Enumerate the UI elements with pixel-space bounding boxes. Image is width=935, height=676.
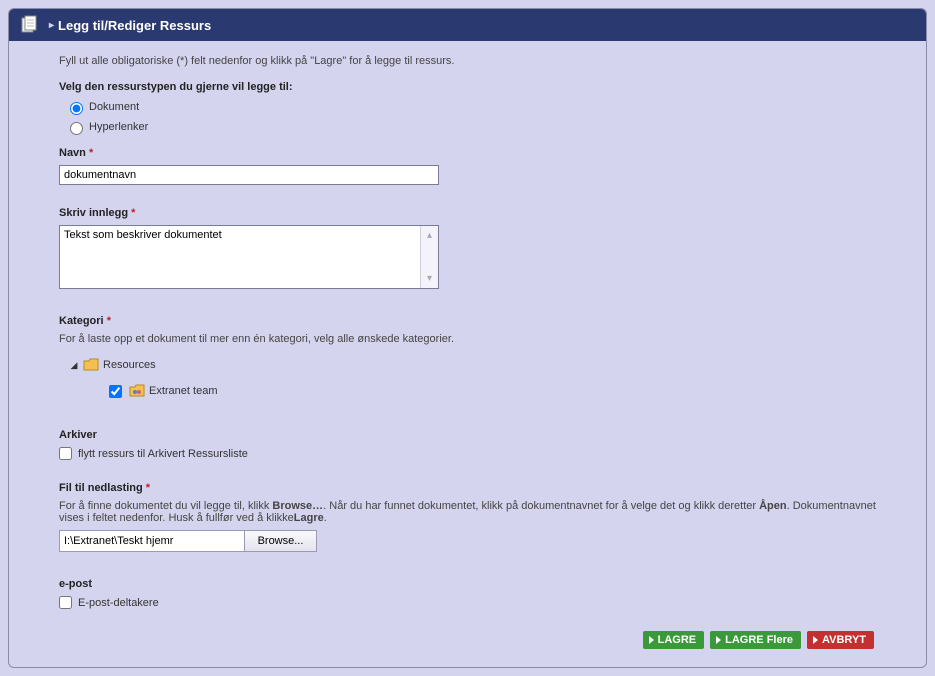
required-marker: * — [146, 482, 150, 494]
file-picker: Browse... — [59, 530, 317, 552]
button-bar: LAGRE LAGRE Flere AVBRYT — [59, 631, 876, 649]
folder-icon — [83, 358, 99, 372]
resource-type-label: Velg den ressurstypen du gjerne vil legg… — [59, 81, 876, 93]
download-helper: For å finne dokumentet du vil legge til,… — [59, 500, 876, 524]
download-label-text: Fil til nedlasting — [59, 482, 143, 494]
dl-h-browse: Browse… — [272, 500, 323, 512]
email-checkbox-row[interactable]: E-post-deltakere — [59, 596, 876, 609]
save-button-label: LAGRE — [658, 634, 697, 646]
dl-h-open: Åpen — [759, 500, 787, 512]
required-marker: * — [89, 147, 93, 159]
email-checkbox[interactable] — [59, 596, 72, 609]
archive-label: Arkiver — [59, 429, 876, 441]
save-more-button-label: LAGRE Flere — [725, 634, 793, 646]
archive-checkbox-row[interactable]: flytt ressurs til Arkivert Ressursliste — [59, 447, 876, 460]
name-label: Navn * — [59, 147, 876, 159]
scroll-up-icon[interactable]: ▴ — [427, 230, 432, 241]
archive-checkbox-label: flytt ressurs til Arkivert Ressursliste — [78, 448, 248, 460]
tree-collapse-icon[interactable]: ◢ — [69, 360, 79, 371]
radio-document-label: Dokument — [89, 101, 139, 113]
category-helper: For å laste opp et dokument til mer enn … — [59, 333, 876, 345]
post-label: Skriv innlegg * — [59, 207, 876, 219]
email-label: e-post — [59, 578, 876, 590]
name-label-text: Navn — [59, 147, 86, 159]
category-tree: ◢ Resources — [69, 355, 876, 401]
category-label-text: Kategori — [59, 315, 104, 327]
team-folder-icon — [129, 384, 145, 398]
intro-text: Fyll ut alle obligatoriske (*) felt nede… — [59, 55, 876, 67]
tree-child-row[interactable]: Extranet team — [105, 381, 876, 401]
required-marker: * — [107, 315, 111, 327]
play-icon — [649, 636, 654, 644]
radio-document[interactable] — [70, 102, 83, 115]
panel-header: ▸ Legg til/Rediger Ressurs — [9, 9, 926, 41]
document-stack-icon — [19, 15, 39, 35]
radio-hyperlinks-label: Hyperlenker — [89, 121, 148, 133]
cancel-button[interactable]: AVBRYT — [807, 631, 874, 649]
tree-root-row[interactable]: ◢ Resources — [69, 355, 876, 375]
save-more-button[interactable]: LAGRE Flere — [710, 631, 801, 649]
play-icon — [716, 636, 721, 644]
email-checkbox-label: E-post-deltakere — [78, 597, 159, 609]
browse-button[interactable]: Browse... — [244, 531, 316, 551]
radio-hyperlinks-row[interactable]: Hyperlenker — [65, 119, 876, 135]
radio-hyperlinks[interactable] — [70, 122, 83, 135]
panel-body: Fyll ut alle obligatoriske (*) felt nede… — [9, 41, 926, 667]
required-marker: * — [131, 207, 135, 219]
scroll-down-icon[interactable]: ▾ — [427, 273, 432, 284]
tree-child-label: Extranet team — [149, 385, 217, 397]
chevron-right-icon: ▸ — [49, 20, 54, 31]
post-textarea-wrap: Tekst som beskriver dokumentet ▴ ▾ — [59, 225, 439, 289]
category-label: Kategori * — [59, 315, 876, 327]
resource-panel: ▸ Legg til/Rediger Ressurs Fyll ut alle … — [8, 8, 927, 668]
panel-title: Legg til/Rediger Ressurs — [58, 18, 211, 33]
archive-checkbox[interactable] — [59, 447, 72, 460]
download-label: Fil til nedlasting * — [59, 482, 876, 494]
textarea-scrollbar[interactable]: ▴ ▾ — [420, 226, 438, 288]
dl-h4: . — [324, 512, 327, 524]
play-icon — [813, 636, 818, 644]
file-path-input[interactable] — [60, 531, 244, 551]
save-button[interactable]: LAGRE — [643, 631, 705, 649]
dl-h2: . Når du har funnet dokumentet, klikk på… — [323, 500, 759, 512]
cancel-button-label: AVBRYT — [822, 634, 866, 646]
tree-child-checkbox[interactable] — [109, 385, 122, 398]
name-input[interactable] — [59, 165, 439, 185]
dl-h1: For å finne dokumentet du vil legge til,… — [59, 500, 272, 512]
radio-document-row[interactable]: Dokument — [65, 99, 876, 115]
tree-root-label: Resources — [103, 359, 156, 371]
post-label-text: Skriv innlegg — [59, 207, 128, 219]
dl-h-save: Lagre — [294, 512, 324, 524]
post-textarea[interactable]: Tekst som beskriver dokumentet — [60, 226, 420, 288]
